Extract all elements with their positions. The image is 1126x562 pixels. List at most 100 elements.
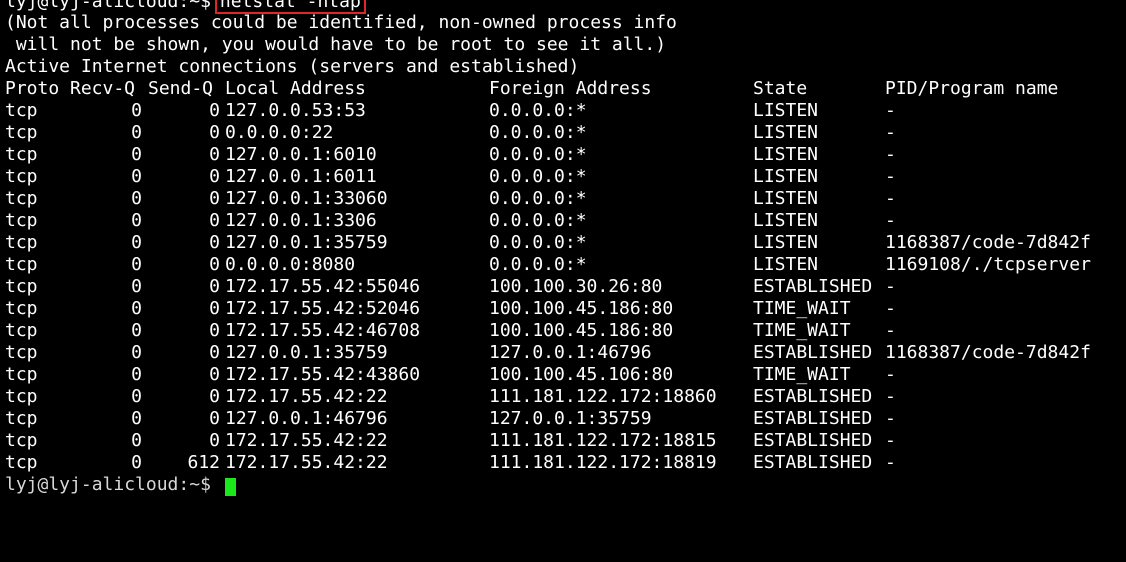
cell-local-address: 172.17.55.42:46708 (225, 320, 421, 341)
cell-state: LISTEN (753, 210, 819, 231)
cell-pid-program: - (885, 100, 896, 121)
cell-pid-program: - (885, 188, 896, 209)
cell-state: LISTEN (753, 254, 819, 275)
cell-proto: tcp (5, 232, 38, 253)
cell-send-q: 0 (209, 430, 220, 451)
cell-local-address: 172.17.55.42:55046 (225, 276, 421, 297)
cell-state: LISTEN (753, 122, 819, 143)
cell-recv-q: 0 (131, 364, 142, 385)
cell-send-q: 0 (209, 364, 220, 385)
cell-foreign-address: 111.181.122.172:18815 (489, 430, 717, 451)
cell-state: TIME_WAIT (753, 364, 851, 385)
cell-pid-program: - (885, 386, 896, 407)
cell-recv-q: 0 (131, 122, 142, 143)
message-line: (Not all processes could be identified, … (5, 12, 677, 33)
cell-local-address: 127.0.0.53:53 (225, 100, 366, 121)
cell-local-address: 0.0.0.0:22 (225, 122, 334, 143)
cell-foreign-address: 0.0.0.0:* (489, 254, 587, 275)
cell-foreign-address: 111.181.122.172:18819 (489, 452, 717, 473)
cell-proto: tcp (5, 342, 38, 363)
cell-state: ESTABLISHED (753, 386, 873, 407)
cell-send-q: 0 (209, 188, 220, 209)
cell-send-q: 0 (209, 100, 220, 121)
cell-pid-program: 1168387/code-7d842f (885, 232, 1091, 253)
cell-proto: tcp (5, 188, 38, 209)
cell-foreign-address: 0.0.0.0:* (489, 144, 587, 165)
cell-local-address: 127.0.0.1:35759 (225, 232, 388, 253)
cell-state: ESTABLISHED (753, 430, 873, 451)
cell-pid-program: - (885, 210, 896, 231)
cell-send-q: 0 (209, 386, 220, 407)
prompt-line: lyj@lyj-alicloud:~$ netstat -ntap (5, 0, 1123, 14)
cell-local-address: 127.0.0.1:35759 (225, 342, 388, 363)
next-prompt-line: lyj@lyj-alicloud:~$ (5, 474, 1123, 496)
cell-send-q: 0 (209, 408, 220, 429)
cell-local-address: 127.0.0.1:6010 (225, 144, 377, 165)
terminal-cursor[interactable] (225, 478, 236, 496)
cell-proto: tcp (5, 430, 38, 451)
table-row: tcp 0 0 172.17.55.42:52046 100.100.45.186:80… (5, 298, 1123, 320)
table-row: tcp 0 0 0.0.0.0:22 0.0.0.0:* LISTEN - (5, 122, 1123, 144)
table-row: tcp 0 0 127.0.0.1:6011 0.0.0.0:* LISTEN - (5, 166, 1123, 188)
cell-proto: tcp (5, 452, 38, 473)
cell-local-address: 127.0.0.1:46796 (225, 408, 388, 429)
cell-foreign-address: 127.0.0.1:35759 (489, 408, 652, 429)
cell-state: LISTEN (753, 232, 819, 253)
cell-recv-q: 0 (131, 342, 142, 363)
table-row: tcp 0 0 172.17.55.42:46708 100.100.45.186:80… (5, 320, 1123, 342)
table-header: Proto Recv-Q Send-Q Local Address Foreig… (5, 78, 1123, 100)
cell-recv-q: 0 (131, 232, 142, 253)
header-send-q: Send-Q (148, 78, 214, 99)
cell-local-address: 172.17.55.42:22 (225, 430, 388, 451)
cell-proto: tcp (5, 276, 38, 297)
header-foreign-address: Foreign Address (489, 78, 652, 99)
cell-state: ESTABLISHED (753, 276, 873, 297)
table-row: tcp 0 0 172.17.55.42:22 111.181.122.172:1881… (5, 430, 1123, 452)
table-row: tcp 0 0 127.0.0.1:46796 127.0.0.1:35759 ESTAB… (5, 408, 1123, 430)
cell-recv-q: 0 (131, 276, 142, 297)
cell-state: ESTABLISHED (753, 452, 873, 473)
cell-foreign-address: 0.0.0.0:* (489, 188, 587, 209)
table-row: tcp 0 0 172.17.55.42:43860 100.100.45.106:80… (5, 364, 1123, 386)
cell-state: TIME_WAIT (753, 320, 851, 341)
cell-send-q: 0 (209, 320, 220, 341)
cell-recv-q: 0 (131, 430, 142, 451)
message-line: Active Internet connections (servers and… (5, 56, 580, 77)
cell-send-q: 0 (209, 122, 220, 143)
table-row: tcp 0 0 127.0.0.1:35759 0.0.0.0:* LISTEN 11683… (5, 232, 1123, 254)
cell-recv-q: 0 (131, 386, 142, 407)
cell-send-q: 0 (209, 166, 220, 187)
cell-pid-program: 1169108/./tcpserver (885, 254, 1091, 275)
cell-recv-q: 0 (131, 100, 142, 121)
cell-state: ESTABLISHED (753, 342, 873, 363)
cell-pid-program: - (885, 276, 896, 297)
cell-send-q: 0 (209, 232, 220, 253)
cell-proto: tcp (5, 408, 38, 429)
cell-proto: tcp (5, 386, 38, 407)
cell-recv-q: 0 (131, 144, 142, 165)
cell-pid-program: - (885, 364, 896, 385)
cell-recv-q: 0 (131, 452, 142, 473)
cell-recv-q: 0 (131, 298, 142, 319)
prompt-user-host: lyj@lyj-alicloud:~$ (5, 0, 211, 12)
cell-foreign-address: 0.0.0.0:* (489, 166, 587, 187)
table-row: tcp 0 0 172.17.55.42:55046 100.100.30.26:80 E… (5, 276, 1123, 298)
header-local-address: Local Address (225, 78, 366, 99)
cell-proto: tcp (5, 298, 38, 319)
table-row: tcp 0 0 127.0.0.1:35759 127.0.0.1:46796 ESTAB… (5, 342, 1123, 364)
cell-foreign-address: 0.0.0.0:* (489, 210, 587, 231)
table-row: tcp 0 612 172.17.55.42:22 111.181.122.172:18… (5, 452, 1123, 474)
cell-foreign-address: 100.100.30.26:80 (489, 276, 663, 297)
cell-state: TIME_WAIT (753, 298, 851, 319)
cell-send-q: 0 (209, 342, 220, 363)
cell-state: LISTEN (753, 144, 819, 165)
cell-send-q: 0 (209, 144, 220, 165)
cell-foreign-address: 0.0.0.0:* (489, 232, 587, 253)
cell-foreign-address: 111.181.122.172:18860 (489, 386, 717, 407)
cell-proto: tcp (5, 320, 38, 341)
cell-send-q: 0 (209, 276, 220, 297)
cell-pid-program: - (885, 320, 896, 341)
cell-recv-q: 0 (131, 408, 142, 429)
cell-pid-program: - (885, 144, 896, 165)
cell-proto: tcp (5, 254, 38, 275)
